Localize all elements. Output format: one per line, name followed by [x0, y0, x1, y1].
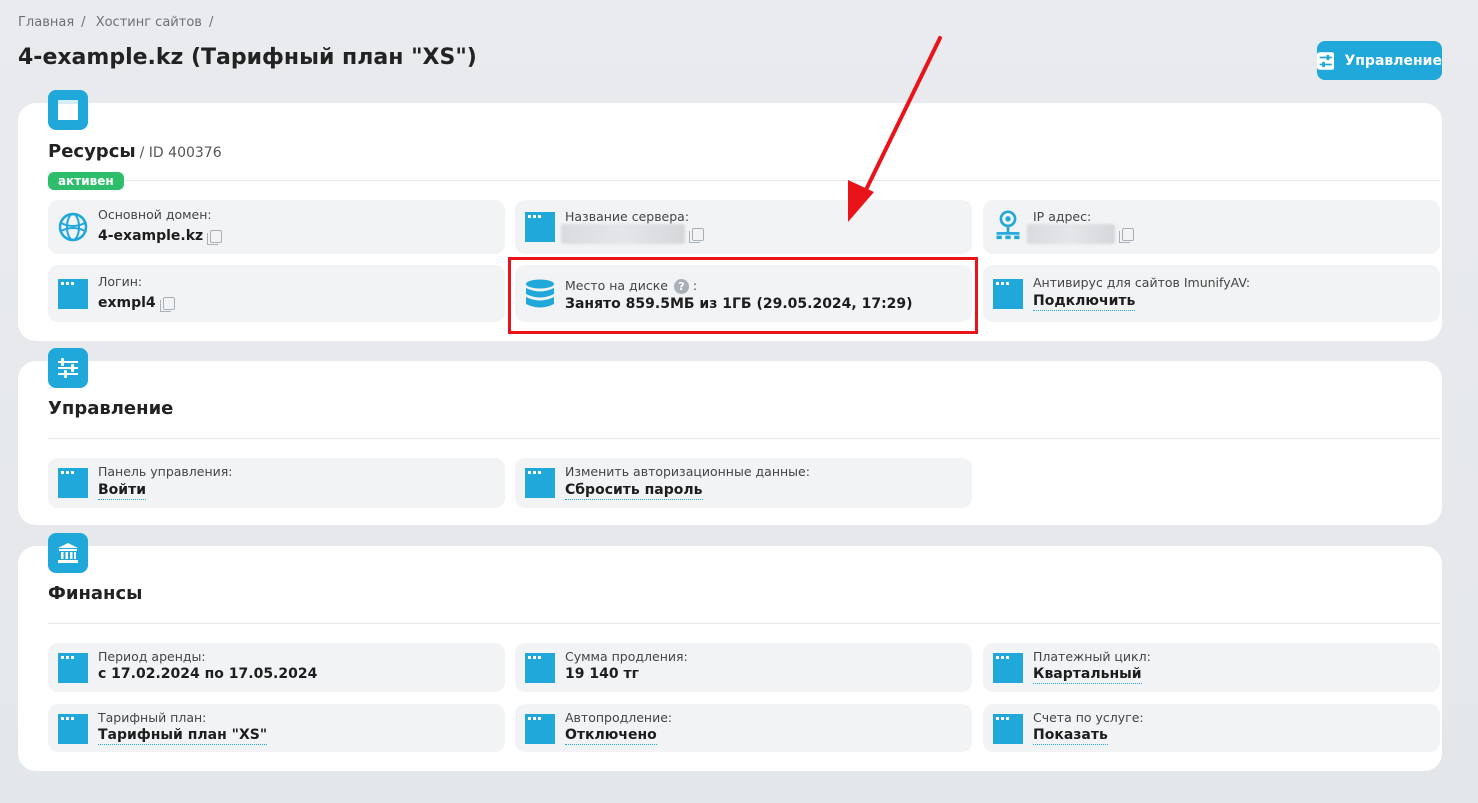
window-icon [58, 653, 88, 683]
tile-panel: Панель управления: Войти [48, 458, 505, 508]
plan-label: Тарифный план: [98, 710, 207, 725]
antivirus-connect-link[interactable]: Подключить [1033, 293, 1136, 311]
resources-id: / ID 400376 [139, 145, 222, 161]
window-icon [993, 279, 1023, 309]
window-icon [58, 279, 88, 309]
breadcrumb: Главная / Хостинг сайтов / [18, 15, 214, 30]
ip-value-row [1027, 224, 1134, 244]
invoices-label: Счета по услуге: [1033, 710, 1144, 725]
finance-card: Финансы Период аренды: с 17.02.2024 по 1… [18, 533, 1442, 771]
server-label: Название сервера: [565, 209, 690, 224]
auth-label: Изменить авторизационные данные: [565, 464, 810, 479]
tile-plan: Тарифный план: Тарифный план "XS" [48, 704, 505, 752]
antivirus-label: Антивирус для сайтов ImunifyAV: [1033, 275, 1251, 290]
management-button-label: Управление [1344, 52, 1442, 69]
sliders-icon [48, 348, 88, 388]
copy-icon[interactable] [1119, 227, 1134, 243]
tile-login: Логин: exmpl4 [48, 265, 505, 322]
management-card: Управление Панель управления: Войти Изме… [18, 348, 1442, 525]
plan-link[interactable]: Тарифный план "XS" [98, 727, 268, 745]
window-icon [525, 468, 555, 498]
divider [48, 180, 1440, 181]
reset-password-link-row: Сбросить пароль [565, 482, 703, 500]
breadcrumb-hosting[interactable]: Хостинг сайтов [96, 15, 202, 30]
tile-cycle: Платежный цикл: Квартальный [983, 643, 1440, 692]
resources-title: Ресурсы / ID 400376 [48, 141, 222, 162]
sliders-icon [1317, 51, 1335, 70]
invoices-show-link[interactable]: Показать [1033, 727, 1108, 745]
copy-icon[interactable] [689, 227, 704, 243]
tile-period: Период аренды: с 17.02.2024 по 17.05.202… [48, 643, 505, 692]
server-value-redacted [561, 224, 685, 244]
copy-icon[interactable] [159, 296, 175, 312]
autorenew-label: Автопродление: [565, 710, 673, 725]
cycle-link[interactable]: Квартальный [1033, 666, 1142, 684]
tile-domain: Основной домен: 4-example.kz [48, 200, 505, 254]
management-title: Управление [48, 398, 174, 419]
tile-autorenew: Автопродление: Отключено [515, 704, 972, 752]
tile-renewal: Сумма продления: 19 140 тг [515, 643, 972, 692]
status-badge: активен [48, 172, 124, 190]
login-label: Логин: [98, 274, 143, 289]
finance-title: Финансы [48, 583, 143, 604]
resources-title-text: Ресурсы [48, 141, 136, 162]
server-value-row [561, 224, 704, 244]
domain-label: Основной домен: [98, 207, 212, 222]
tile-invoices: Счета по услуге: Показать [983, 704, 1440, 752]
ip-label: IP адрес: [1033, 209, 1092, 224]
window-icon [525, 714, 555, 744]
invoices-link-row: Показать [1033, 727, 1108, 745]
renewal-value: 19 140 тг [565, 666, 639, 682]
page-title: 4-example.kz (Тарифный план "XS") [18, 45, 477, 70]
autorenew-link-row: Отключено [565, 727, 657, 745]
autorenew-link[interactable]: Отключено [565, 727, 657, 745]
renewal-label: Сумма продления: [565, 649, 688, 664]
management-button[interactable]: Управление [1317, 41, 1442, 80]
antivirus-connect-link-row: Подключить [1033, 293, 1136, 311]
window-icon [48, 90, 88, 130]
tile-antivirus: Антивирус для сайтов ImunifyAV: Подключи… [983, 265, 1440, 322]
divider [48, 623, 1440, 624]
period-value: с 17.02.2024 по 17.05.2024 [98, 666, 318, 682]
highlight-box [508, 257, 978, 334]
window-icon [58, 468, 88, 498]
window-icon [58, 714, 88, 744]
plan-link-row: Тарифный план "XS" [98, 727, 268, 745]
window-icon [525, 212, 555, 242]
network-icon [996, 210, 1020, 240]
panel-label: Панель управления: [98, 464, 233, 479]
tile-server: Название сервера: [515, 200, 972, 254]
copy-icon[interactable] [207, 229, 223, 245]
period-label: Период аренды: [98, 649, 206, 664]
login-value-row: exmpl4 [98, 295, 175, 312]
divider [48, 438, 1440, 439]
panel-login-link-row: Войти [98, 482, 147, 500]
cycle-label: Платежный цикл: [1033, 649, 1151, 664]
login-value: exmpl4 [98, 295, 156, 311]
window-icon [525, 653, 555, 683]
breadcrumb-home[interactable]: Главная [18, 15, 74, 30]
globe-icon [58, 212, 88, 242]
tile-ip: IP адрес: [983, 200, 1440, 254]
reset-password-link[interactable]: Сбросить пароль [565, 482, 703, 500]
panel-login-link[interactable]: Войти [98, 482, 147, 500]
bank-icon [48, 533, 88, 573]
cycle-link-row: Квартальный [1033, 666, 1142, 684]
domain-value-row: 4-example.kz [98, 228, 223, 245]
tile-auth: Изменить авторизационные данные: Сбросит… [515, 458, 972, 508]
ip-value-redacted [1027, 224, 1115, 244]
window-icon [993, 714, 1023, 744]
window-icon [993, 653, 1023, 683]
domain-value: 4-example.kz [98, 228, 204, 244]
